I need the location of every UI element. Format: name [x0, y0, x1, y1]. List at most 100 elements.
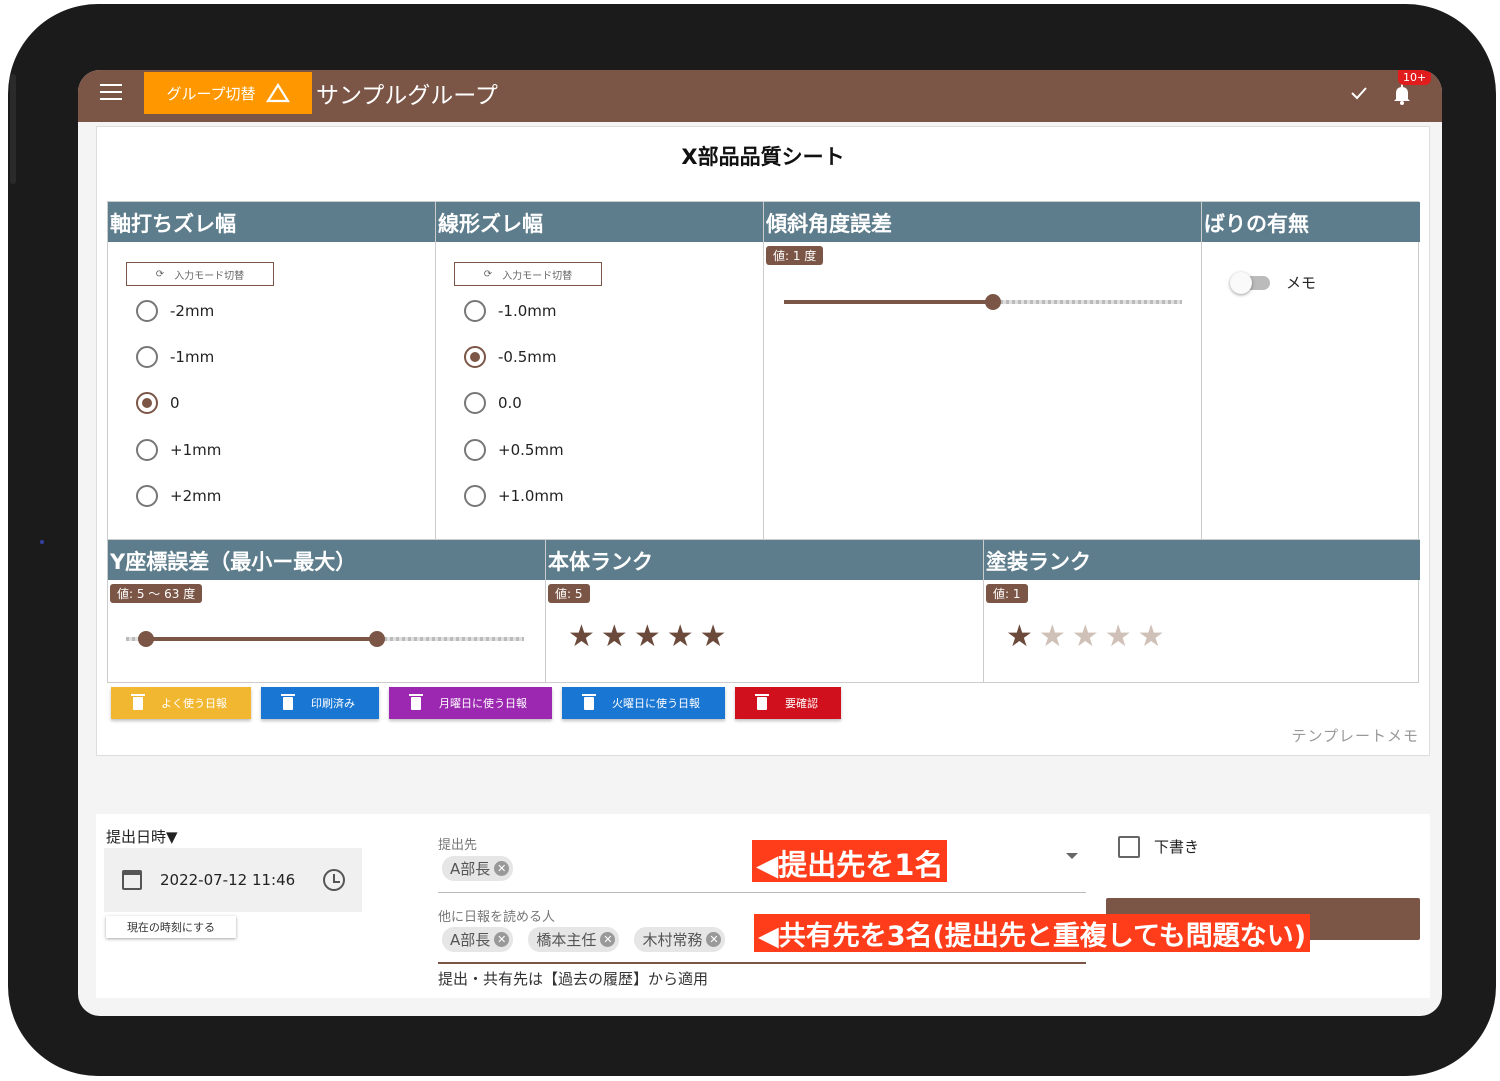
memo-toggle-switch[interactable]: [1230, 272, 1270, 294]
radio-option[interactable]: -1.0mm: [464, 300, 557, 322]
app-screen: グループ切替 サンプルグループ 10+ X部品品質シート 軸打ちズレ幅 ⟳ 入力…: [78, 70, 1442, 1016]
field-axis-offset: 軸打ちズレ幅 ⟳ 入力モード切替 -2mm -1mm 0 +1mm +2mm: [108, 202, 436, 540]
share-tags[interactable]: A部長 ✕ 橋本主任 ✕ 木村常務 ✕: [442, 927, 735, 952]
radio-button[interactable]: [464, 300, 486, 322]
warning-icon: [265, 83, 290, 103]
star-icon[interactable]: ★: [1039, 622, 1066, 652]
recipient-callout: ◀提出先を1名: [752, 840, 948, 882]
radio-button[interactable]: [136, 346, 158, 368]
draft-checkbox[interactable]: [1118, 836, 1140, 858]
bell-icon[interactable]: [1390, 82, 1414, 106]
radio-button[interactable]: [136, 300, 158, 322]
remove-tag-icon[interactable]: ✕: [600, 932, 616, 947]
radio-label: +1mm: [170, 441, 222, 459]
mode-toggle-label: 入力モード切替: [502, 270, 573, 282]
share-tag[interactable]: 橋本主任 ✕: [528, 927, 620, 952]
radio-option[interactable]: -2mm: [136, 300, 214, 322]
remove-tag-icon[interactable]: ✕: [494, 861, 510, 876]
slider-thumb-max[interactable]: [369, 631, 385, 647]
star-icon[interactable]: ★: [667, 622, 694, 652]
recipient-tags[interactable]: A部長 ✕: [442, 856, 523, 881]
radio-option[interactable]: +0.5mm: [464, 439, 564, 461]
remove-tag-icon[interactable]: ✕: [494, 932, 510, 947]
share-tag[interactable]: 木村常務 ✕: [634, 927, 726, 952]
radio-button[interactable]: [136, 439, 158, 461]
radio-option[interactable]: -1mm: [136, 346, 214, 368]
star-icon[interactable]: ★: [601, 622, 628, 652]
slider-value-tag: 値: 1 度: [766, 246, 824, 265]
clock-icon[interactable]: [323, 869, 346, 891]
group-switch-button[interactable]: グループ切替: [144, 72, 312, 114]
menu-icon[interactable]: [100, 84, 122, 102]
template-chip-monday[interactable]: 月曜日に使う日報: [389, 687, 552, 719]
star-icon[interactable]: ★: [1138, 622, 1165, 652]
draft-label: 下書き: [1154, 838, 1200, 856]
toggle-label: メモ: [1286, 274, 1317, 292]
star-icon[interactable]: ★: [700, 622, 727, 652]
trash-icon: [281, 693, 295, 710]
share-hint: 提出・共有先は【過去の履歴】から適用: [438, 970, 709, 988]
radio-label: -1mm: [170, 348, 215, 366]
radio-option[interactable]: +1mm: [136, 439, 221, 461]
field-y-coordinate: Y座標誤差（最小ー最大） 値: 5 〜 63 度: [108, 540, 546, 682]
slider-track-filled[interactable]: [146, 637, 378, 641]
calendar-icon[interactable]: [122, 870, 142, 890]
radio-button-selected[interactable]: [464, 346, 486, 368]
input-mode-toggle-button[interactable]: ⟳ 入力モード切替: [454, 262, 602, 286]
radio-label: +1.0mm: [498, 487, 564, 505]
trash-icon: [582, 693, 596, 710]
star-icon[interactable]: ★: [568, 622, 595, 652]
template-chip-frequent[interactable]: よく使う日報: [111, 687, 251, 719]
radio-button[interactable]: [464, 439, 486, 461]
device-side-button: [10, 74, 16, 184]
check-icon[interactable]: [1348, 82, 1370, 104]
set-now-button[interactable]: 現在の時刻にする: [106, 916, 236, 938]
template-chip-tuesday[interactable]: 火曜日に使う日報: [562, 687, 725, 719]
star-rating[interactable]: ★ ★ ★ ★ ★: [568, 622, 727, 652]
share-underline: [438, 962, 1086, 964]
recipient-underline: [438, 892, 1086, 893]
template-chip-needs-check[interactable]: 要確認: [735, 687, 841, 719]
field-title: Y座標誤差（最小ー最大）: [108, 540, 545, 580]
star-icon[interactable]: ★: [1006, 622, 1033, 652]
trash-icon: [409, 693, 423, 710]
remove-tag-icon[interactable]: ✕: [706, 932, 722, 947]
radio-option[interactable]: -0.5mm: [464, 346, 557, 368]
star-icon[interactable]: ★: [634, 622, 661, 652]
quality-sheet-card: X部品品質シート 軸打ちズレ幅 ⟳ 入力モード切替 -2mm -1mm 0 +1…: [96, 126, 1430, 756]
slider-track-empty[interactable]: [378, 637, 524, 641]
slider-track-empty[interactable]: [994, 300, 1182, 304]
recipient-tag[interactable]: A部長 ✕: [442, 856, 514, 881]
template-chip-printed[interactable]: 印刷済み: [261, 687, 379, 719]
radio-button[interactable]: [464, 485, 486, 507]
radio-option[interactable]: +2mm: [136, 485, 221, 507]
slider-track-filled[interactable]: [784, 300, 994, 304]
radio-label: -2mm: [170, 302, 215, 320]
radio-button-selected[interactable]: [136, 392, 158, 414]
refresh-icon: ⟳: [483, 268, 493, 280]
radio-label: 0: [170, 394, 180, 412]
star-rating[interactable]: ★ ★ ★ ★ ★: [1006, 622, 1165, 652]
device-sensor: [40, 540, 44, 544]
mode-toggle-label: 入力モード切替: [174, 270, 245, 282]
date-time-field[interactable]: 2022-07-12 11:46: [104, 848, 362, 912]
radio-button[interactable]: [464, 392, 486, 414]
template-memo-link[interactable]: テンプレートメモ: [1291, 725, 1419, 746]
submission-panel: 提出日時▼ 2022-07-12 11:46 現在の時刻にする 提出先 A部長 ✕…: [96, 814, 1430, 998]
star-icon[interactable]: ★: [1105, 622, 1132, 652]
field-tilt-angle: 傾斜角度誤差 値: 1 度: [764, 202, 1202, 540]
radio-option[interactable]: 0: [136, 392, 180, 414]
radio-label: +2mm: [170, 487, 222, 505]
slider-thumb-min[interactable]: [138, 631, 154, 647]
input-mode-toggle-button[interactable]: ⟳ 入力モード切替: [126, 262, 274, 286]
submit-date-label[interactable]: 提出日時▼: [106, 826, 178, 847]
recipient-label: 提出先: [438, 838, 478, 853]
radio-option[interactable]: +1.0mm: [464, 485, 564, 507]
tag-label: 橋本主任: [536, 931, 597, 949]
radio-button[interactable]: [136, 485, 158, 507]
slider-thumb[interactable]: [985, 294, 1001, 310]
radio-option[interactable]: 0.0: [464, 392, 522, 414]
share-tag[interactable]: A部長 ✕: [442, 927, 514, 952]
star-icon[interactable]: ★: [1072, 622, 1099, 652]
dropdown-arrow-icon[interactable]: [1066, 853, 1078, 859]
